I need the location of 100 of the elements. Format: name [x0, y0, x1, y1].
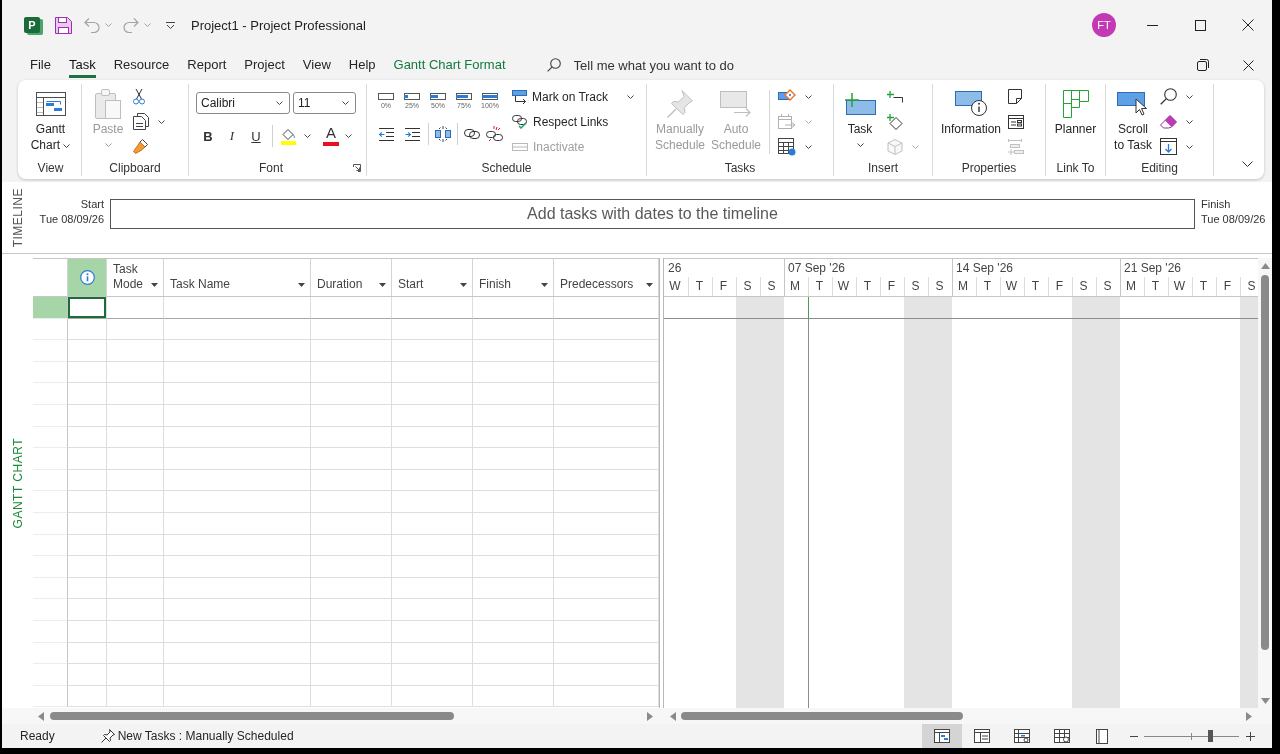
scissors-icon[interactable] [133, 88, 145, 105]
table-cell[interactable] [554, 491, 659, 513]
table-cell[interactable] [107, 469, 164, 492]
table-cell[interactable] [311, 491, 392, 513]
table-cell[interactable] [107, 556, 164, 578]
table-cell[interactable] [311, 426, 392, 449]
table-cell[interactable] [392, 556, 473, 578]
table-cell[interactable] [554, 664, 659, 686]
table-cell[interactable] [68, 577, 107, 600]
table-cell[interactable] [311, 685, 392, 708]
dropdown-arrow-icon[interactable] [460, 283, 467, 287]
table-cell[interactable] [473, 426, 554, 449]
view-shortcut-button[interactable] [922, 724, 962, 748]
font-color-button[interactable]: A [323, 126, 339, 146]
respect-links-button[interactable]: Respect Links [510, 109, 636, 134]
table-cell[interactable] [107, 642, 164, 665]
table-cell[interactable] [107, 577, 164, 600]
table-cell[interactable] [392, 297, 473, 319]
row-header[interactable] [33, 448, 68, 470]
table-cell[interactable] [554, 318, 659, 341]
caret-icon[interactable] [158, 119, 165, 124]
unlink-icon[interactable] [485, 126, 503, 142]
table-cell[interactable] [107, 534, 164, 557]
italic-button[interactable]: I [220, 124, 244, 148]
note-icon[interactable] [1008, 89, 1023, 104]
table-cell[interactable] [68, 340, 107, 362]
table-cell[interactable] [107, 599, 164, 621]
table-cell[interactable] [107, 426, 164, 449]
eraser-icon[interactable] [1160, 114, 1177, 129]
dialog-launcher-icon[interactable] [353, 164, 361, 172]
table-cell[interactable] [392, 599, 473, 621]
table-cell[interactable] [554, 340, 659, 362]
table-cell[interactable] [164, 534, 311, 557]
table-cell[interactable] [392, 469, 473, 492]
table-cell[interactable] [554, 426, 659, 449]
table-cell[interactable] [107, 448, 164, 470]
table-cell[interactable] [473, 556, 554, 578]
vertical-scrollbar[interactable] [1258, 258, 1272, 708]
table-cell[interactable] [164, 620, 311, 643]
table-cell[interactable] [68, 491, 107, 513]
table-cell[interactable] [392, 642, 473, 665]
zoom-in-icon[interactable] [1246, 731, 1255, 741]
outdent-icon[interactable] [378, 127, 394, 141]
table-cell[interactable] [392, 448, 473, 470]
table-cell[interactable] [554, 577, 659, 600]
row-header[interactable] [33, 491, 68, 513]
table-cell[interactable] [554, 599, 659, 621]
table-cell[interactable] [473, 361, 554, 384]
dropdown-arrow-icon[interactable] [151, 283, 158, 287]
table-cell[interactable] [164, 512, 311, 535]
table-cell[interactable] [554, 469, 659, 492]
search-field[interactable]: Tell me what you want to do [573, 57, 784, 73]
table-cell[interactable] [473, 448, 554, 470]
table-cell[interactable] [392, 685, 473, 708]
user-avatar[interactable]: FT [1092, 13, 1116, 37]
row-header[interactable] [33, 556, 68, 578]
minimize-icon[interactable] [1147, 24, 1158, 26]
menu-tab[interactable]: Gantt Chart Format [384, 50, 515, 80]
table-cell[interactable] [68, 664, 107, 686]
maximize-icon[interactable] [1195, 19, 1206, 31]
table-cell[interactable] [392, 577, 473, 600]
underline-button[interactable]: U [244, 124, 268, 148]
menu-tab[interactable]: Report [178, 50, 236, 80]
table-cell[interactable] [68, 599, 107, 621]
column-header[interactable]: Task Mode [107, 259, 164, 296]
caret-icon[interactable] [304, 134, 311, 138]
table-cell[interactable] [311, 642, 392, 665]
timeline-bar[interactable]: Add tasks with dates to the timeline [110, 199, 1195, 229]
table-cell[interactable] [554, 297, 659, 319]
active-cell[interactable] [68, 297, 107, 319]
caret-icon[interactable] [342, 101, 349, 105]
table-cell[interactable] [68, 318, 107, 341]
row-header[interactable] [33, 404, 68, 427]
column-header[interactable]: Start [392, 259, 473, 296]
scrollbar-thumb[interactable] [1261, 275, 1269, 650]
row-header[interactable] [33, 383, 68, 405]
search-icon[interactable] [1160, 88, 1177, 105]
close-icon[interactable] [1242, 19, 1254, 31]
table-cell[interactable] [473, 404, 554, 427]
row-header[interactable] [33, 534, 68, 557]
column-header[interactable]: Duration [311, 259, 392, 296]
planner-button[interactable]: Planner [1054, 84, 1097, 137]
scrollbar-thumb[interactable] [50, 712, 454, 720]
table-cell[interactable] [392, 491, 473, 513]
table-cell[interactable] [392, 620, 473, 643]
diamond-plus-icon[interactable] [887, 113, 903, 130]
mark-on-track-button[interactable]: Mark on Track [510, 84, 636, 109]
table-cell[interactable] [473, 318, 554, 341]
scroll-to-task-button[interactable]: Scroll to Task [1112, 84, 1154, 153]
table-cell[interactable] [68, 404, 107, 427]
table-cell[interactable] [554, 361, 659, 384]
table-cell[interactable] [554, 383, 659, 405]
bracket-plus-icon[interactable] [887, 90, 903, 103]
table-cell[interactable] [68, 361, 107, 384]
dropdown-menu-icon[interactable] [166, 21, 175, 29]
table-cell[interactable] [392, 361, 473, 384]
menu-tab[interactable]: File [21, 50, 60, 80]
row-header[interactable] [33, 469, 68, 492]
column-header[interactable]: Task Name [164, 259, 311, 296]
table-cell[interactable] [107, 685, 164, 708]
